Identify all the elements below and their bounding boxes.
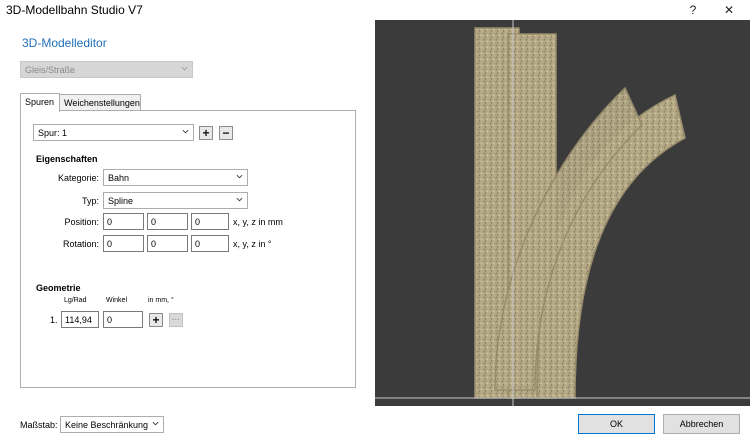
spur-select[interactable]: Spur: 1: [33, 124, 194, 141]
winkel-field[interactable]: 0: [103, 311, 143, 328]
editor-heading: 3D-Modelleditor: [22, 36, 107, 50]
rotation-label: Rotation:: [62, 239, 99, 249]
kategorie-value: Bahn: [108, 173, 130, 183]
position-y-field[interactable]: 0: [147, 213, 188, 230]
col-lgrad: Lg/Rad: [64, 297, 87, 304]
model-type-select: Gleis/Straße: [20, 61, 193, 78]
close-button[interactable]: ✕: [712, 0, 746, 20]
spur-select-value: Spur: 1: [38, 128, 68, 138]
typ-select[interactable]: Spline: [103, 192, 248, 209]
position-z-field[interactable]: 0: [191, 213, 229, 230]
position-label: Position:: [64, 217, 99, 227]
chevron-down-icon: [152, 421, 159, 426]
add-segment-button[interactable]: +: [149, 313, 163, 327]
chevron-down-icon: [181, 66, 188, 71]
col-units: in mm, °: [148, 297, 174, 304]
rotation-unit: x, y, z in °: [233, 239, 272, 249]
track-piece-shape: [474, 27, 686, 399]
model-type-value: Gleis/Straße: [25, 65, 76, 75]
massstab-select[interactable]: Keine Beschränkung: [60, 416, 164, 433]
geometrie-title: Geometrie: [36, 283, 81, 293]
chevron-down-icon: [236, 197, 243, 202]
ok-button[interactable]: OK: [578, 414, 655, 434]
remove-segment-button: ···: [169, 313, 183, 327]
col-winkel: Winkel: [106, 297, 128, 304]
eigenschaften-title: Eigenschaften: [36, 154, 98, 164]
rotation-y-field[interactable]: 0: [147, 235, 188, 252]
massstab-label: Maßstab:: [20, 420, 58, 430]
typ-value: Spline: [108, 196, 134, 206]
position-x-field[interactable]: 0: [103, 213, 144, 230]
3d-viewport[interactable]: [375, 20, 750, 406]
window-title: 3D-Modellbahn Studio V7: [6, 3, 143, 17]
typ-label: Typ:: [81, 196, 99, 206]
help-button[interactable]: ?: [676, 0, 710, 20]
massstab-value: Keine Beschränkung: [65, 420, 149, 430]
cancel-button[interactable]: Abbrechen: [663, 414, 740, 434]
remove-spur-button[interactable]: −: [219, 126, 233, 140]
position-unit: x, y, z in mm: [233, 217, 283, 227]
rotation-x-field[interactable]: 0: [103, 235, 144, 252]
chevron-down-icon: [182, 129, 189, 134]
spuren-panel: [20, 110, 356, 388]
lgrad-field[interactable]: 114,94: [61, 311, 99, 328]
title-bar: 3D-Modellbahn Studio V7 ? ✕: [0, 0, 750, 20]
geometry-row-index: 1.: [50, 315, 58, 325]
tab-spuren[interactable]: Spuren: [20, 93, 60, 112]
chevron-down-icon: [236, 174, 243, 179]
kategorie-label: Kategorie:: [57, 173, 99, 183]
rotation-z-field[interactable]: 0: [191, 235, 229, 252]
tab-weichenstellungen[interactable]: Weichenstellungen: [59, 94, 141, 111]
add-spur-button[interactable]: +: [199, 126, 213, 140]
track-preview: [375, 20, 750, 406]
kategorie-select[interactable]: Bahn: [103, 169, 248, 186]
